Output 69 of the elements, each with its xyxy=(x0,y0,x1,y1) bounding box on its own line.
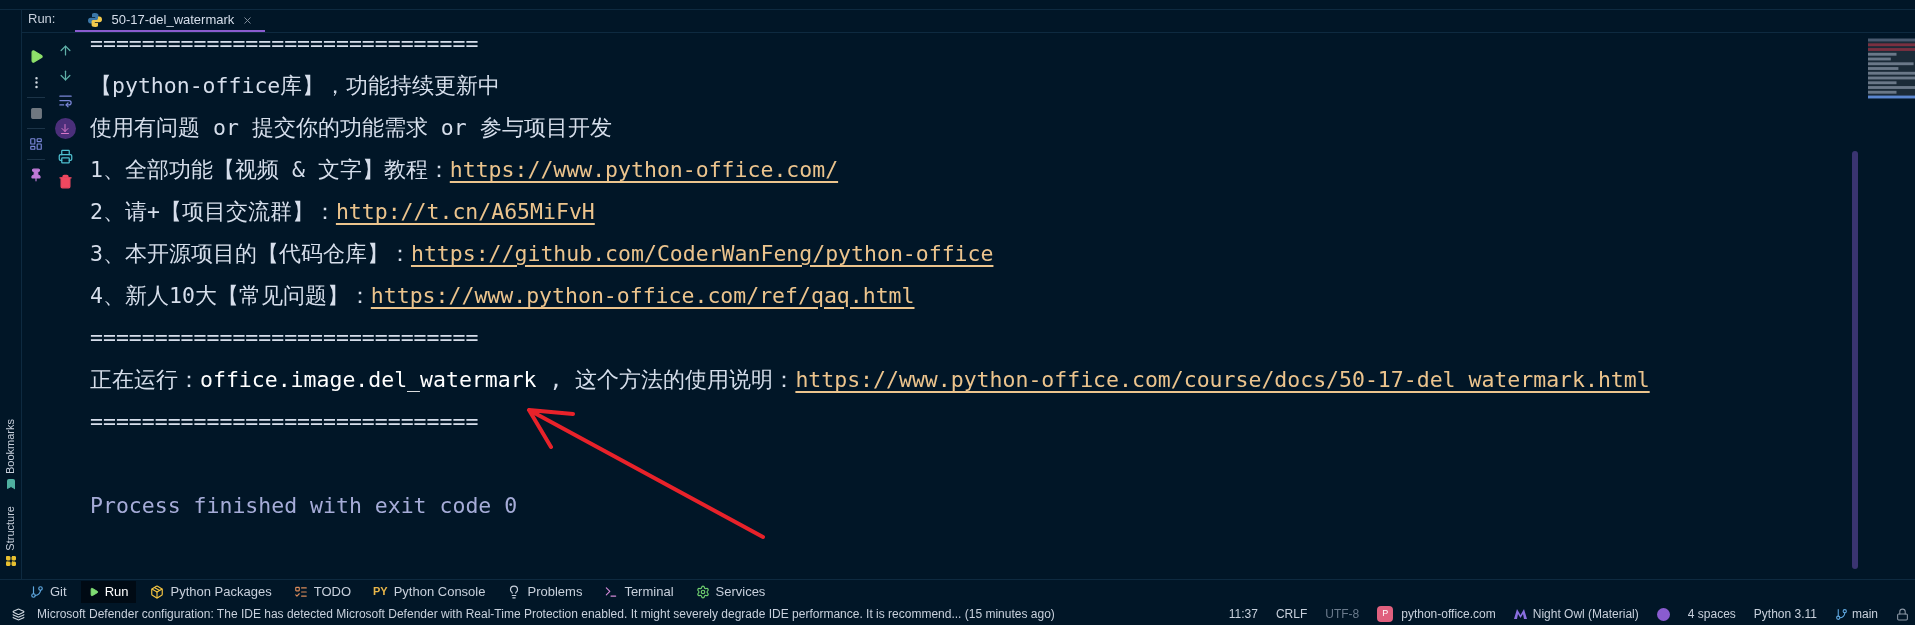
bookmark-icon xyxy=(4,478,17,491)
lock-icon[interactable] xyxy=(1896,607,1909,621)
branch-name[interactable]: main xyxy=(1852,605,1878,623)
console-text: 2、请+【项目交流群】： xyxy=(90,198,336,226)
console-text: 4、新人10大【常见问题】： xyxy=(90,282,371,310)
scroll-end-icon[interactable] xyxy=(54,118,76,139)
status-item[interactable]: Python 3.11 xyxy=(1753,605,1817,623)
theme-icon xyxy=(1513,609,1527,619)
console-icon: PY xyxy=(373,583,388,600)
list-icon xyxy=(293,584,308,599)
console-text: 3、本开源项目的【代码仓库】： xyxy=(90,240,411,268)
branch-icon xyxy=(1835,607,1848,621)
tab-title: 50-17-del_watermark xyxy=(111,11,235,30)
side-tab-label[interactable]: Bookmarks xyxy=(2,419,19,475)
play-icon xyxy=(88,586,99,597)
theme-name[interactable]: Night Owl (Material) xyxy=(1532,605,1639,623)
console-link[interactable]: http://t.cn/A65MiFvH xyxy=(335,191,595,233)
tool-window-tab[interactable]: Services xyxy=(687,580,774,603)
console-link[interactable]: https://www.python-office.com/ref/qaq.html xyxy=(370,275,915,317)
close-icon[interactable] xyxy=(242,14,254,26)
notifications-icon[interactable] xyxy=(12,607,25,621)
pin-icon[interactable] xyxy=(29,168,43,182)
console-text: 正在运行： xyxy=(90,366,200,394)
wrap-icon[interactable] xyxy=(57,93,73,108)
status-item[interactable]: 11:37 xyxy=(1228,605,1258,623)
minimap-drawing xyxy=(1867,37,1915,100)
console-link[interactable]: https://www.python-office.com/ xyxy=(449,149,839,191)
status-message[interactable]: Microsoft Defender configuration: The IDE has detected Microsoft Defender with Real-Time Protection enabled. It might severely degrade IDE performance. It is recommend... (15 minutes ago) xyxy=(37,605,1055,623)
console-text: ============================== xyxy=(90,30,479,58)
tool-window-tab[interactable]: Python Packages xyxy=(142,580,280,603)
trash-icon[interactable] xyxy=(57,174,73,189)
console-link[interactable]: https://www.python-office.com/course/docs/50-17-del_watermark.html xyxy=(795,359,1650,401)
console-tab[interactable]: 50-17-del_watermark xyxy=(75,10,266,32)
console-text: ============================== xyxy=(90,408,479,436)
tool-window-tab[interactable]: TODO xyxy=(285,580,359,603)
console-link[interactable]: https://github.com/CoderWanFeng/python-office xyxy=(410,233,994,275)
stop-icon[interactable] xyxy=(29,106,43,120)
tool-window-tab[interactable]: PY Python Console xyxy=(365,580,494,603)
settings-icon xyxy=(695,584,710,599)
run-label: Run: xyxy=(27,9,57,28)
arrow-up-icon[interactable] xyxy=(57,43,73,58)
console-text: 使用有问题 or 提交你的功能需求 or 参与项目开发 xyxy=(90,114,612,142)
console-text: Process finished with exit code 0 xyxy=(90,492,518,520)
project-name[interactable]: python-office.com xyxy=(1401,605,1496,623)
branch-icon xyxy=(30,584,44,599)
tool-window-tab[interactable]: Git xyxy=(22,580,75,603)
project-badge: P xyxy=(1377,606,1394,622)
status-indicator[interactable] xyxy=(1656,607,1670,621)
console-text: , 这个方法的使用说明： xyxy=(548,366,796,394)
structure-icon xyxy=(4,555,17,567)
tool-window-tab[interactable]: Problems xyxy=(499,580,591,603)
console-text: 【python-office库】，功能持续更新中 xyxy=(90,72,501,100)
side-tab-label[interactable]: Structure xyxy=(2,506,19,551)
layout-icon[interactable] xyxy=(29,137,43,151)
python-icon xyxy=(87,12,104,28)
tool-window-tab[interactable]: Run xyxy=(80,580,137,603)
console-text: ============================== xyxy=(90,324,479,352)
status-item[interactable]: 4 spaces xyxy=(1687,605,1736,623)
method-name: office.image.del_watermark xyxy=(200,366,537,394)
print-icon[interactable] xyxy=(57,149,73,164)
terminal-icon xyxy=(604,584,619,599)
scrollbar-thumb[interactable] xyxy=(1851,151,1858,569)
package-icon xyxy=(150,584,165,599)
tool-window-tab[interactable]: Terminal xyxy=(596,580,682,603)
encoding-item[interactable]: UTF-8 xyxy=(1325,605,1360,623)
console-text: 1、全部功能【视频 & 文字】教程： xyxy=(90,156,450,184)
arrow-down-icon[interactable] xyxy=(57,68,73,83)
run-icon[interactable] xyxy=(28,48,44,64)
status-item[interactable]: CRLF xyxy=(1275,605,1308,623)
